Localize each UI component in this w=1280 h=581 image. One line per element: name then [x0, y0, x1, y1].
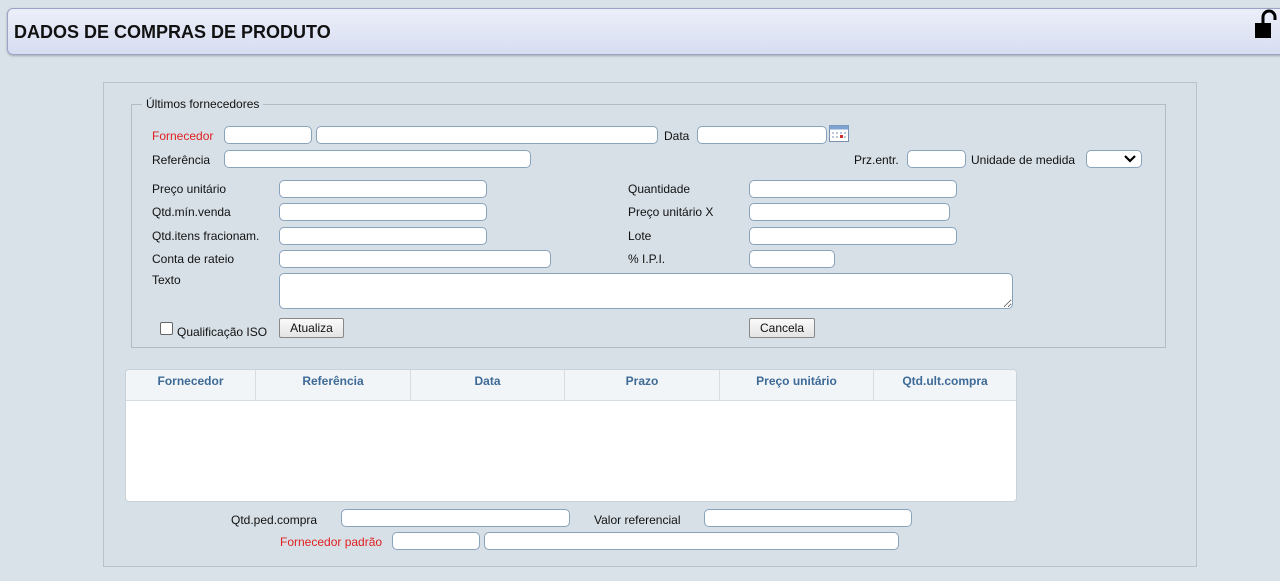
- quantidade-label: Quantidade: [628, 182, 691, 196]
- fornecedor-padrao-code-input[interactable]: [392, 532, 480, 550]
- fornecedor-padrao-name-input[interactable]: [484, 532, 899, 550]
- unidade-medida-select[interactable]: [1086, 150, 1142, 168]
- texto-label: Texto: [152, 273, 181, 287]
- fornecedor-code-input[interactable]: [224, 126, 312, 144]
- grid-header-data[interactable]: Data: [411, 370, 565, 400]
- preco-unitario-label: Preço unitário: [152, 182, 227, 196]
- texto-textarea[interactable]: [279, 273, 1013, 309]
- data-label: Data: [664, 129, 690, 143]
- conta-rateio-input[interactable]: [279, 250, 551, 268]
- fornecedor-label: Fornecedor: [152, 129, 214, 143]
- valor-referencial-label: Valor referencial: [594, 513, 681, 527]
- preco-unitario-x-label: Preço unitário X: [628, 205, 714, 219]
- qualificacao-iso-checkbox[interactable]: [160, 322, 173, 335]
- qtd-itens-fracionam-input[interactable]: [279, 227, 487, 245]
- atualiza-button[interactable]: Atualiza: [279, 318, 344, 338]
- unlocked-padlock-icon[interactable]: [1247, 9, 1277, 39]
- title-bar: DADOS DE COMPRAS DE PRODUTO: [7, 8, 1280, 55]
- data-input[interactable]: [697, 126, 827, 144]
- referencia-input[interactable]: [224, 150, 531, 168]
- lote-label: Lote: [628, 229, 652, 243]
- valor-referencial-input[interactable]: [704, 509, 912, 527]
- qtd-min-venda-input[interactable]: [279, 203, 487, 221]
- prz-entr-label: Prz.entr.: [854, 153, 899, 167]
- chevron-down-icon: [1124, 155, 1136, 163]
- page-title: DADOS DE COMPRAS DE PRODUTO: [14, 22, 331, 42]
- preco-unitario-x-input[interactable]: [749, 203, 950, 221]
- qtd-ped-compra-label: Qtd.ped.compra: [231, 513, 318, 527]
- grid-header-qtd-ult-compra[interactable]: Qtd.ult.compra: [874, 370, 1016, 400]
- group-legend: Últimos fornecedores: [146, 97, 260, 111]
- fornecedor-name-input[interactable]: [316, 126, 658, 144]
- grid-header-referencia[interactable]: Referência: [256, 370, 411, 400]
- cancela-button[interactable]: Cancela: [749, 318, 815, 338]
- calendar-icon[interactable]: [829, 125, 849, 142]
- prz-entr-input[interactable]: [907, 150, 966, 168]
- ipi-label: % I.P.I.: [628, 252, 666, 266]
- quantidade-input[interactable]: [749, 180, 957, 198]
- fornecedor-padrao-label: Fornecedor padrão: [280, 535, 383, 549]
- lote-input[interactable]: [749, 227, 957, 245]
- grid-header-prazo[interactable]: Prazo: [565, 370, 720, 400]
- grid-header-preco-unitario[interactable]: Preço unitário: [720, 370, 874, 400]
- conta-rateio-label: Conta de rateio: [152, 252, 235, 266]
- qualificacao-iso-label: Qualificação ISO: [177, 325, 268, 339]
- grid-header: Fornecedor Referência Data Prazo Preço u…: [126, 370, 1016, 401]
- ipi-input[interactable]: [749, 250, 835, 268]
- referencia-label: Referência: [152, 153, 211, 167]
- unidade-medida-label: Unidade de medida: [971, 153, 1076, 167]
- preco-unitario-input[interactable]: [279, 180, 487, 198]
- qtd-ped-compra-input[interactable]: [341, 509, 570, 527]
- fornecedores-grid: Fornecedor Referência Data Prazo Preço u…: [125, 369, 1017, 502]
- grid-header-fornecedor[interactable]: Fornecedor: [126, 370, 256, 400]
- qtd-itens-fracionam-label: Qtd.itens fracionam.: [152, 229, 260, 243]
- qtd-min-venda-label: Qtd.mín.venda: [152, 205, 231, 219]
